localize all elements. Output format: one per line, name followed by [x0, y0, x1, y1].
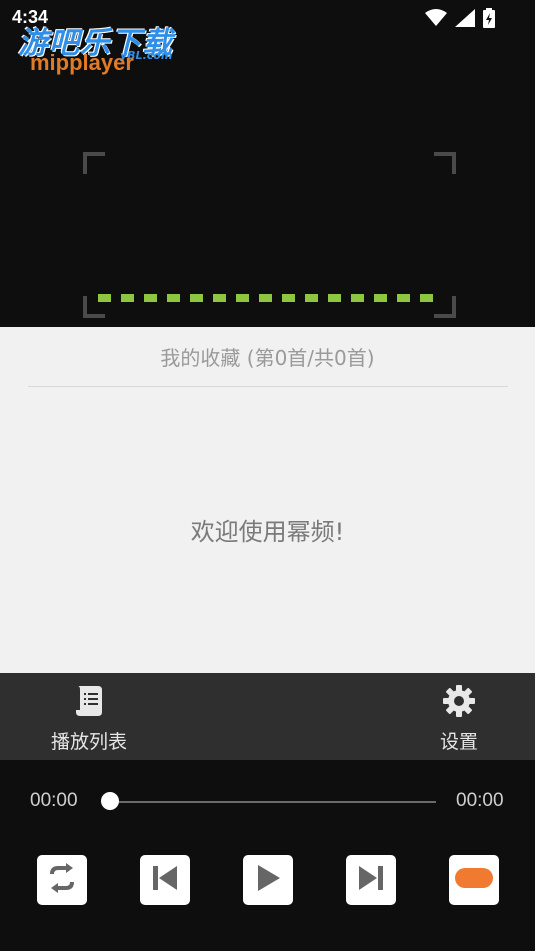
- playlist-divider: [28, 386, 508, 387]
- frame-corner-bottom-right: [434, 296, 456, 318]
- equalizer-segment: [328, 294, 341, 302]
- welcome-message: 欢迎使用幂频!: [190, 518, 345, 546]
- battery-icon: [483, 8, 495, 32]
- equalizer-segment: [282, 294, 295, 302]
- next-button[interactable]: [346, 855, 396, 905]
- equalizer-segment: [397, 294, 410, 302]
- equalizer-segment: [351, 294, 364, 302]
- equalizer-segment: [420, 294, 433, 302]
- skip-next-icon: [355, 862, 387, 898]
- repeat-button[interactable]: [37, 855, 87, 905]
- tab-playlist[interactable]: 播放列表: [39, 673, 139, 760]
- tab-settings[interactable]: 设置: [409, 673, 509, 760]
- equalizer-segment: [259, 294, 272, 302]
- equalizer-segment: [236, 294, 249, 302]
- play-button[interactable]: [243, 855, 293, 905]
- equalizer-bar: [98, 294, 433, 302]
- tab-playlist-label: 播放列表: [50, 731, 127, 753]
- frame-corner-top-left: [83, 152, 105, 174]
- app-logo: mipplayer: [30, 50, 134, 75]
- time-current: 00:00: [30, 790, 78, 811]
- tab-settings-label: 设置: [439, 731, 478, 753]
- play-icon: [252, 862, 284, 898]
- previous-button[interactable]: [140, 855, 190, 905]
- playlist-scroll-icon: [74, 683, 104, 719]
- equalizer-segment: [121, 294, 134, 302]
- frame-corner-top-right: [434, 152, 456, 174]
- skip-previous-icon: [149, 862, 181, 898]
- mode-pill-icon: [454, 867, 494, 893]
- mode-button[interactable]: [449, 855, 499, 905]
- equalizer-segment: [190, 294, 203, 302]
- signal-icon: [455, 9, 475, 31]
- wifi-icon: [425, 9, 447, 31]
- equalizer-segment: [167, 294, 180, 302]
- equalizer-segment: [374, 294, 387, 302]
- progress-thumb[interactable]: [101, 792, 119, 810]
- repeat-icon: [44, 860, 80, 900]
- playlist-title: 我的收藏 (第0首/共0首): [160, 346, 375, 370]
- equalizer-segment: [305, 294, 318, 302]
- time-total: 00:00: [456, 790, 504, 811]
- equalizer-segment: [144, 294, 157, 302]
- gear-icon: [442, 683, 476, 719]
- status-icons: [425, 8, 495, 32]
- bottom-tab-bar: 播放列表 设置: [0, 673, 535, 760]
- equalizer-segment: [98, 294, 111, 302]
- progress-track[interactable]: [110, 801, 436, 803]
- equalizer-segment: [213, 294, 226, 302]
- playlist-panel: [0, 327, 535, 673]
